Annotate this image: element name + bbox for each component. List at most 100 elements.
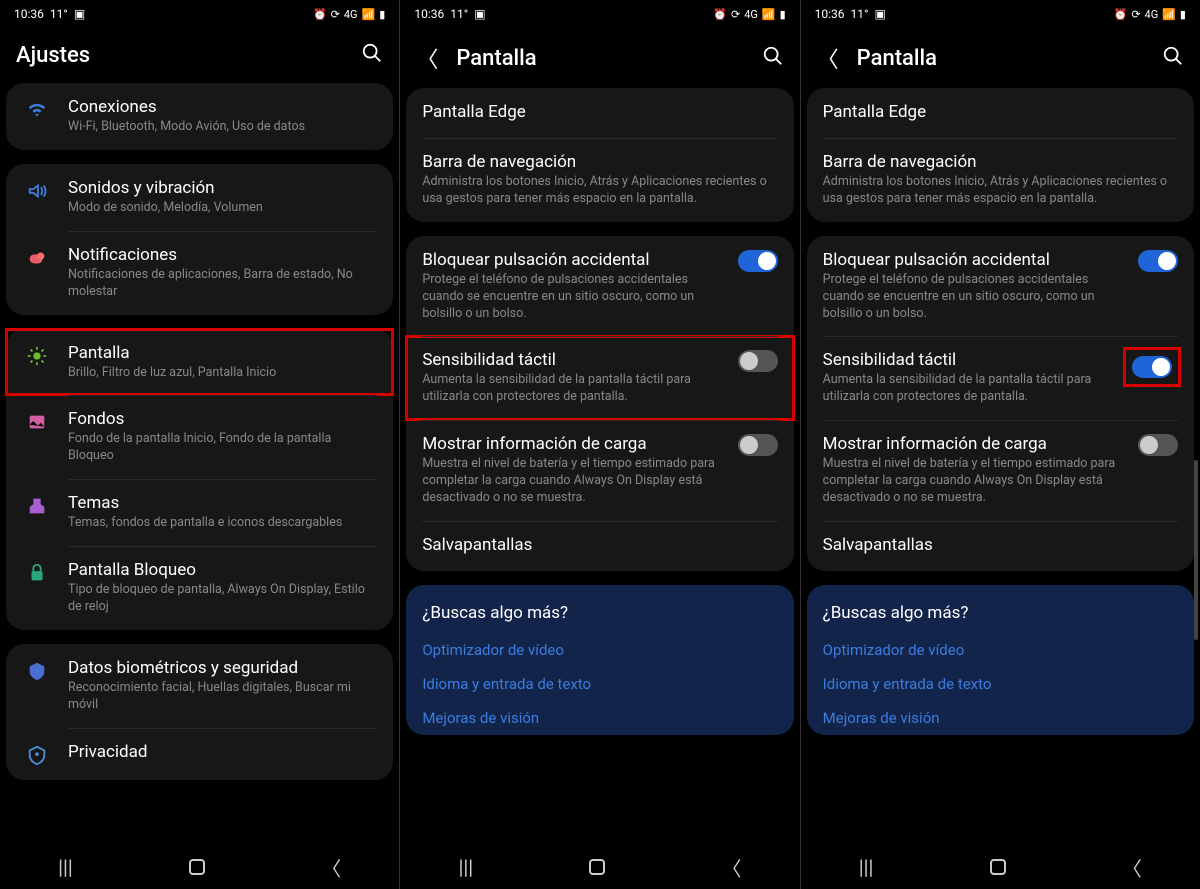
label: Sensibilidad táctil bbox=[422, 350, 727, 370]
more-link[interactable]: Mejoras de visión bbox=[406, 701, 793, 735]
desc: Brillo, Filtro de luz azul, Pantalla Ini… bbox=[68, 365, 377, 382]
recents-button[interactable]: ||| bbox=[58, 855, 73, 879]
more-card: ¿Buscas algo más?Optimizador de vídeoIdi… bbox=[807, 585, 1194, 735]
status-bar: 10:3611°▣⏰⟳4G📶▮ bbox=[400, 0, 799, 28]
setting-row-wall[interactable]: FondosFondo de la pantalla Inicio, Fondo… bbox=[6, 395, 393, 479]
sync-icon: ⟳ bbox=[331, 8, 340, 21]
label: Pantalla Edge bbox=[422, 102, 777, 122]
row-mid-2[interactable]: Mostrar información de cargaMuestra el n… bbox=[807, 420, 1194, 521]
nav-bar: ||| 〈 bbox=[801, 845, 1200, 889]
label: Mostrar información de carga bbox=[823, 434, 1128, 454]
page-title: Ajustes bbox=[16, 43, 361, 68]
battery-icon: ▮ bbox=[1180, 8, 1186, 21]
theme-icon bbox=[26, 495, 48, 517]
scrollbar[interactable] bbox=[1194, 460, 1198, 640]
sound-icon-wrap bbox=[22, 180, 52, 202]
sync-icon: ⟳ bbox=[731, 8, 740, 21]
row-mid-2[interactable]: Mostrar información de cargaMuestra el n… bbox=[406, 420, 793, 521]
recents-button[interactable]: ||| bbox=[859, 855, 874, 879]
label: Salvapantallas bbox=[823, 535, 1178, 555]
toggle-wrap bbox=[1138, 434, 1178, 456]
row-1[interactable]: Barra de navegaciónAdministra los botone… bbox=[807, 138, 1194, 222]
toggle-switch[interactable] bbox=[738, 434, 778, 456]
status-bar: 10:3611°▣⏰⟳4G📶▮ bbox=[0, 0, 399, 28]
more-link[interactable]: Idioma y entrada de texto bbox=[406, 667, 793, 701]
more-link[interactable]: Mejoras de visión bbox=[807, 701, 1194, 735]
back-icon[interactable]: 〈 bbox=[817, 42, 839, 74]
nav-bar: ||| 〈 bbox=[0, 845, 399, 889]
toggle-wrap bbox=[738, 250, 778, 272]
search-icon[interactable] bbox=[762, 45, 784, 72]
time: 10:36 bbox=[414, 7, 444, 21]
row-mid-0[interactable]: Bloquear pulsación accidentalProtege el … bbox=[807, 236, 1194, 337]
home-button[interactable] bbox=[589, 859, 605, 875]
bio-icon bbox=[26, 660, 48, 682]
desc: Reconocimiento facial, Huellas digitales… bbox=[68, 680, 377, 714]
alarm-icon: ⏰ bbox=[313, 8, 327, 21]
page-title: Pantalla bbox=[456, 46, 761, 71]
setting-row-wifi[interactable]: ConexionesWi-Fi, Bluetooth, Modo Avión, … bbox=[6, 83, 393, 150]
wifi-icon bbox=[26, 99, 48, 121]
label: Barra de navegación bbox=[422, 152, 777, 172]
display-icon-wrap bbox=[22, 345, 52, 367]
signal-icon: 📶 bbox=[762, 8, 776, 21]
temp: 11° bbox=[50, 7, 68, 21]
setting-row-sound[interactable]: Sonidos y vibraciónModo de sonido, Melod… bbox=[6, 164, 393, 231]
toggle-switch[interactable] bbox=[738, 250, 778, 272]
toggle-switch[interactable] bbox=[738, 350, 778, 372]
notif-icon-wrap bbox=[22, 247, 52, 269]
home-button[interactable] bbox=[189, 859, 205, 875]
setting-row-theme[interactable]: TemasTemas, fondos de pantalla e iconos … bbox=[6, 479, 393, 546]
more-title: ¿Buscas algo más? bbox=[807, 585, 1194, 633]
wall-icon-wrap bbox=[22, 411, 52, 433]
battery-icon: ▮ bbox=[780, 8, 786, 21]
nav-bar: ||| 〈 bbox=[400, 845, 799, 889]
row-0[interactable]: Pantalla Edge bbox=[807, 88, 1194, 138]
desc: Protege el teléfono de pulsaciones accid… bbox=[823, 272, 1128, 323]
setting-row-priv[interactable]: Privacidad bbox=[6, 728, 393, 780]
toggle-switch[interactable] bbox=[1138, 434, 1178, 456]
label: Sonidos y vibración bbox=[68, 178, 377, 198]
header: Ajustes bbox=[0, 28, 399, 83]
notif-icon: ▣ bbox=[74, 7, 85, 21]
header: 〈Pantalla bbox=[801, 28, 1200, 88]
setting-row-lock[interactable]: Pantalla BloqueoTipo de bloqueo de panta… bbox=[6, 546, 393, 630]
back-button[interactable]: 〈 bbox=[1122, 853, 1142, 882]
row-mid-0[interactable]: Bloquear pulsación accidentalProtege el … bbox=[406, 236, 793, 337]
sync-icon: ⟳ bbox=[1131, 8, 1140, 21]
desc: Muestra el nivel de batería y el tiempo … bbox=[422, 456, 727, 507]
toggle-switch[interactable] bbox=[1132, 356, 1172, 378]
label: Notificaciones bbox=[68, 245, 377, 265]
back-icon[interactable]: 〈 bbox=[416, 42, 438, 74]
toggle-switch[interactable] bbox=[1138, 250, 1178, 272]
row-1[interactable]: Barra de navegaciónAdministra los botone… bbox=[406, 138, 793, 222]
row-mid-3[interactable]: Salvapantallas bbox=[807, 521, 1194, 571]
desc: Protege el teléfono de pulsaciones accid… bbox=[422, 272, 727, 323]
more-link[interactable]: Idioma y entrada de texto bbox=[807, 667, 1194, 701]
row-0[interactable]: Pantalla Edge bbox=[406, 88, 793, 138]
recents-button[interactable]: ||| bbox=[458, 855, 473, 879]
search-icon[interactable] bbox=[1162, 45, 1184, 72]
setting-row-display[interactable]: PantallaBrillo, Filtro de luz azul, Pant… bbox=[6, 329, 393, 396]
label: Bloquear pulsación accidental bbox=[823, 250, 1128, 270]
row-mid-1[interactable]: Sensibilidad táctilAumenta la sensibilid… bbox=[807, 336, 1194, 420]
wifi-icon-wrap bbox=[22, 99, 52, 121]
desc: Aumenta la sensibilidad de la pantalla t… bbox=[422, 372, 727, 406]
back-button[interactable]: 〈 bbox=[722, 853, 742, 882]
back-button[interactable]: 〈 bbox=[321, 853, 341, 882]
setting-row-bio[interactable]: Datos biométricos y seguridadReconocimie… bbox=[6, 644, 393, 728]
setting-row-notif[interactable]: NotificacionesNotificaciones de aplicaci… bbox=[6, 231, 393, 315]
temp: 11° bbox=[851, 7, 869, 21]
signal-icon: 📶 bbox=[1162, 8, 1176, 21]
more-link[interactable]: Optimizador de vídeo bbox=[807, 633, 1194, 667]
battery-icon: ▮ bbox=[379, 8, 385, 21]
home-button[interactable] bbox=[990, 859, 1006, 875]
more-link[interactable]: Optimizador de vídeo bbox=[406, 633, 793, 667]
search-icon[interactable] bbox=[361, 42, 383, 69]
label: Fondos bbox=[68, 409, 377, 429]
row-mid-3[interactable]: Salvapantallas bbox=[406, 521, 793, 571]
priv-icon-wrap bbox=[22, 744, 52, 766]
screen-pantalla: 10:3611°▣⏰⟳4G📶▮〈PantallaPantalla EdgeBar… bbox=[801, 0, 1200, 889]
toggle-wrap bbox=[1138, 250, 1178, 272]
row-mid-1[interactable]: Sensibilidad táctilAumenta la sensibilid… bbox=[406, 336, 793, 420]
